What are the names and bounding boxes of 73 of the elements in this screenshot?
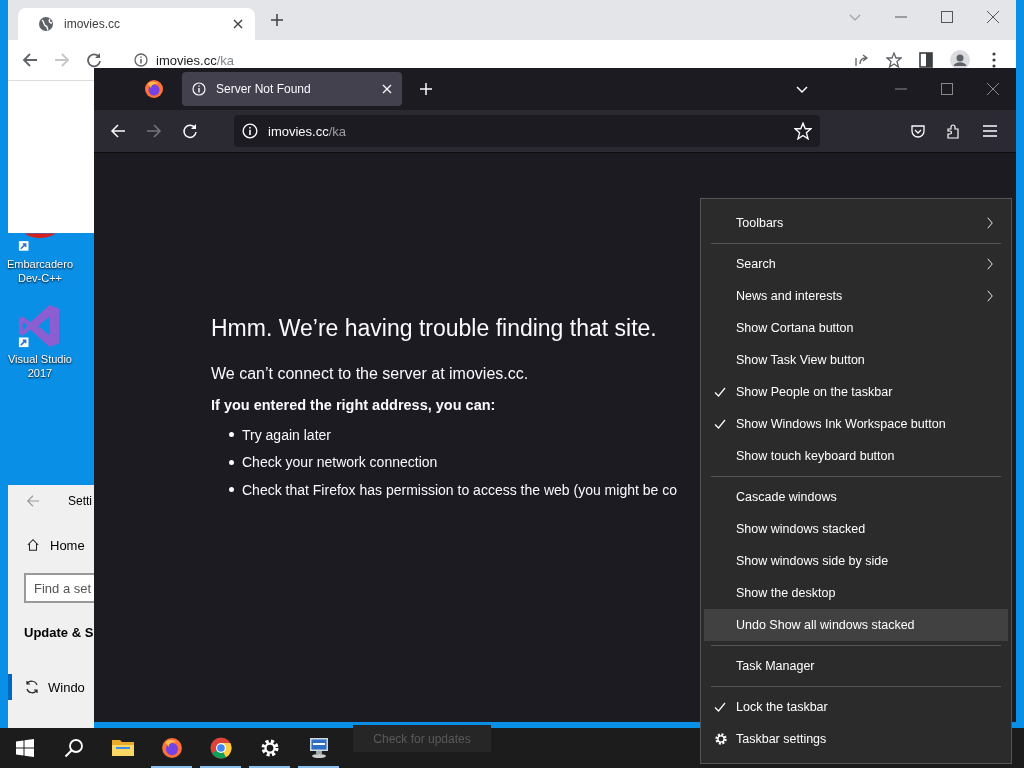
suggestion-text: Check your network connection (242, 454, 438, 471)
address-text[interactable]: imovies.cc/ka (156, 52, 235, 68)
chevron-down-icon[interactable] (796, 83, 808, 95)
menu-item[interactable]: Task Manager (704, 650, 1008, 682)
menu-item[interactable]: Show touch keyboard button (704, 440, 1008, 472)
close-icon[interactable] (987, 11, 999, 23)
sidebar-icon[interactable] (918, 52, 934, 68)
section-heading: Update & S (24, 625, 94, 640)
running-indicator (200, 766, 241, 768)
tab-title: Server Not Found (216, 82, 312, 96)
share-icon[interactable] (854, 52, 870, 68)
maximize-icon[interactable] (941, 11, 953, 23)
chrome-logo-icon[interactable] (209, 737, 232, 759)
new-tab-icon[interactable] (271, 14, 283, 26)
error-message: We can’t connect to the server at imovies.cc. (211, 365, 529, 383)
address-text: imovies.cc/ka (268, 123, 347, 139)
suggestion-text: Check that Firefox has permission to access the web (you might be co (242, 481, 677, 498)
bullet-icon (229, 487, 234, 493)
menu-item[interactable]: Show Cortana button (704, 312, 1008, 344)
sync-icon (24, 679, 40, 695)
bullet-icon (229, 459, 234, 465)
firefox-logo-icon[interactable] (160, 737, 183, 759)
windows-logo-icon[interactable] (15, 739, 34, 757)
star-icon[interactable] (886, 52, 902, 68)
settings-icon[interactable] (259, 738, 280, 758)
folder-icon[interactable] (111, 737, 134, 759)
menu-item[interactable]: Cascade windows (704, 481, 1008, 513)
pocket-icon[interactable] (910, 123, 926, 139)
close-icon[interactable] (233, 19, 243, 29)
menu-item[interactable]: Show the desktop (704, 577, 1008, 609)
close-icon[interactable] (987, 83, 999, 95)
checkmark-icon (714, 418, 726, 430)
info-icon[interactable] (134, 53, 148, 67)
menu-item[interactable]: Show People on the taskbar (704, 376, 1008, 408)
settings-icon (714, 732, 728, 746)
menu-item[interactable]: Lock the taskbar (704, 691, 1008, 723)
menu-item[interactable]: Undo Show all windows stacked (704, 609, 1008, 641)
suggestion-text: Try again later (242, 426, 331, 443)
running-indicator (298, 766, 339, 768)
window-title: Setti (68, 494, 92, 508)
running-indicator (151, 766, 192, 768)
menu-icon[interactable] (982, 123, 998, 139)
browser-tab[interactable]: Server Not Found (182, 72, 402, 106)
back-arrow-icon[interactable] (22, 52, 38, 68)
error-heading: Hmm. We’re having trouble finding that site. (211, 314, 657, 343)
browser-tab[interactable]: imovies.cc (18, 8, 255, 40)
computer-icon[interactable] (307, 737, 330, 759)
menu-item[interactable]: Show Windows Ink Workspace button (704, 408, 1008, 440)
checkmark-icon (714, 701, 726, 713)
firefox-logo-icon (144, 79, 164, 99)
bullet-icon (229, 432, 234, 438)
search-field[interactable]: Find a set (24, 573, 94, 603)
forward-arrow-icon[interactable] (146, 123, 162, 139)
menu-item[interactable]: Show Task View button (704, 344, 1008, 376)
tab-title: imovies.cc (64, 17, 121, 31)
maximize-icon[interactable] (941, 83, 953, 95)
menu-item[interactable]: News and interests (704, 280, 1008, 312)
nav-item[interactable]: Windo (48, 679, 85, 695)
puzzle-piece-icon[interactable] (946, 123, 962, 139)
menu-item[interactable]: Toolbars (704, 207, 1008, 239)
info-icon (192, 82, 206, 96)
menu-item[interactable]: Search (704, 248, 1008, 280)
home-icon (26, 538, 40, 552)
hint-text: If you entered the right address, you can: (211, 397, 496, 413)
running-indicator (249, 766, 290, 768)
menu-item[interactable]: Show windows stacked (704, 513, 1008, 545)
menu-item[interactable]: Show windows side by side (704, 545, 1008, 577)
nav-item[interactable]: Home (50, 537, 85, 553)
checkmark-icon (714, 386, 726, 398)
globe-icon (38, 16, 54, 32)
menu-item[interactable]: Taskbar settings (704, 723, 1008, 755)
reload-icon[interactable] (86, 52, 102, 68)
search-icon[interactable] (63, 738, 84, 758)
